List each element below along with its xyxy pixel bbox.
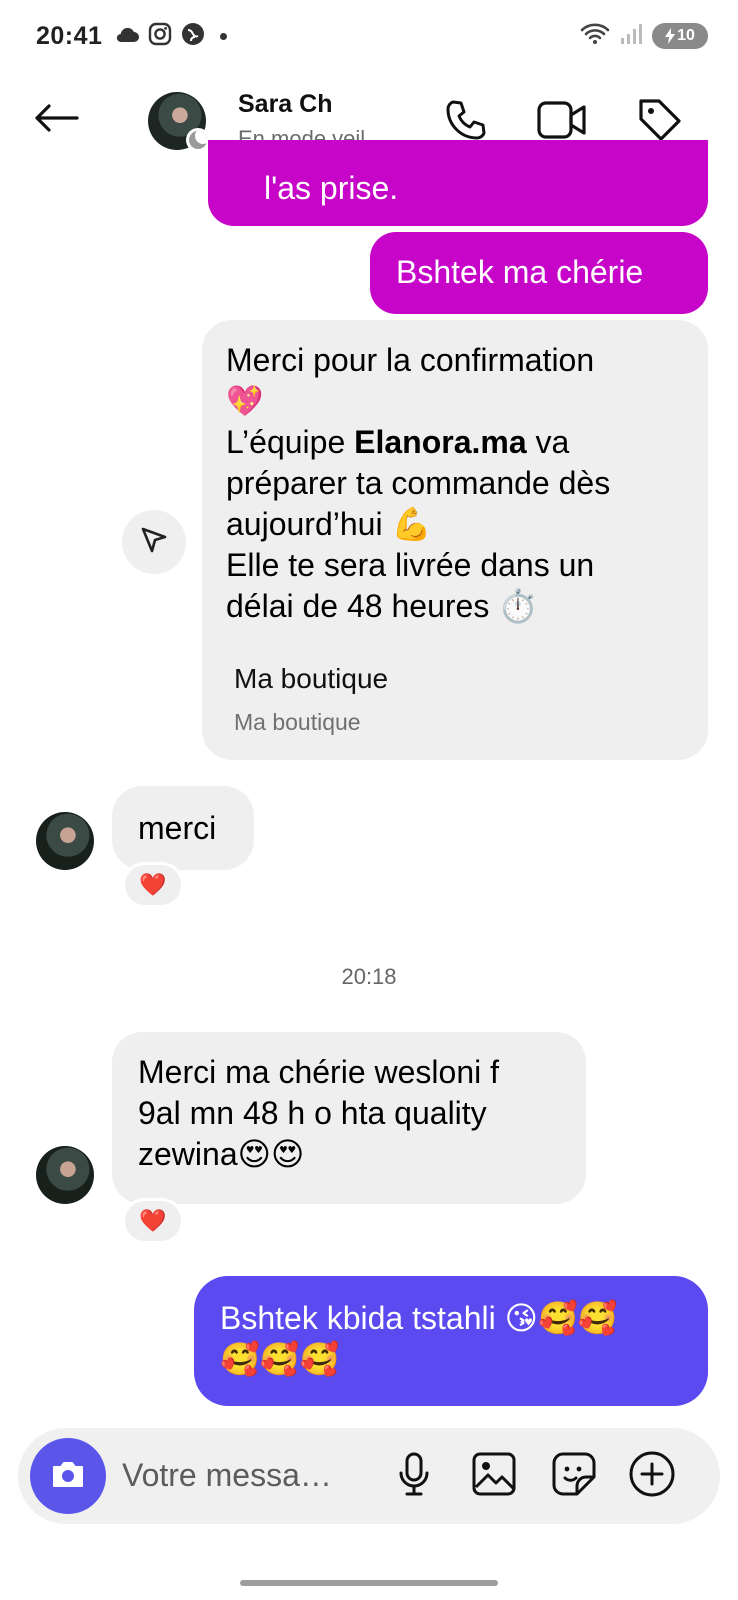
card-line-5: Elle te sera livrée dans un bbox=[226, 547, 595, 583]
image-icon bbox=[471, 1451, 517, 1502]
message-timestamp: 20:18 bbox=[341, 964, 397, 989]
message-text: Bshtek ma chérie bbox=[396, 254, 644, 290]
microphone-icon bbox=[396, 1451, 432, 1502]
card-line-1: Merci pour la confirmation bbox=[226, 342, 595, 378]
camera-button[interactable] bbox=[30, 1438, 106, 1514]
status-time: 20:41 bbox=[36, 22, 103, 50]
away-status-icon bbox=[186, 128, 210, 152]
heart-icon: ❤️ bbox=[139, 872, 167, 897]
more-button[interactable] bbox=[626, 1450, 678, 1502]
send-arrow-icon bbox=[139, 525, 169, 560]
status-icons-right: 10 bbox=[580, 22, 708, 50]
camera-icon bbox=[50, 1459, 86, 1494]
heart-icon: ❤️ bbox=[139, 1208, 167, 1233]
heart-reaction[interactable]: ❤️ bbox=[122, 862, 184, 908]
instagram-icon bbox=[148, 22, 172, 51]
heart-reaction[interactable]: ❤️ bbox=[122, 1198, 184, 1244]
cloud-icon bbox=[114, 25, 140, 48]
card-line-4: aujourd’hui 💪 bbox=[226, 506, 432, 542]
notification-dot bbox=[220, 32, 227, 40]
video-icon bbox=[536, 99, 588, 146]
status-icons-left bbox=[114, 22, 227, 50]
message-composer bbox=[18, 1428, 720, 1524]
sparkling-heart-icon: 💖 bbox=[226, 385, 264, 418]
card-body: Merci pour la confirmation 💖 L’équipe El… bbox=[226, 340, 696, 627]
battery-icon: 10 bbox=[652, 23, 708, 49]
card-subtitle: Ma boutique bbox=[234, 709, 361, 735]
card-line-3: préparer ta commande dès bbox=[226, 465, 611, 501]
vpn-icon bbox=[180, 21, 206, 52]
wifi-icon bbox=[580, 23, 610, 50]
card-line-2: L’équipe Elanora.ma va bbox=[226, 424, 570, 460]
contact-avatar-small[interactable] bbox=[36, 1146, 94, 1204]
card-line-6: délai de 48 heures ⏱️ bbox=[226, 588, 539, 624]
contact-avatar-small[interactable] bbox=[36, 812, 94, 870]
sticker-button[interactable] bbox=[548, 1450, 600, 1502]
message-text: Merci ma chérie wesloni f 9al mn 48 h o … bbox=[138, 1054, 499, 1172]
brand-name: Elanora.ma bbox=[354, 424, 527, 460]
message-text: l'as prise. bbox=[264, 170, 399, 206]
sent-message[interactable]: Bshtek ma chérie bbox=[370, 232, 708, 314]
share-button[interactable] bbox=[122, 510, 186, 574]
voice-button[interactable] bbox=[388, 1450, 440, 1502]
gallery-button[interactable] bbox=[468, 1450, 520, 1502]
home-indicator[interactable] bbox=[240, 1580, 498, 1586]
received-message[interactable]: merci bbox=[112, 786, 254, 870]
battery-level: 10 bbox=[677, 27, 695, 44]
sent-message-partial[interactable]: l'as prise. bbox=[208, 140, 708, 226]
sent-message[interactable]: Bshtek kbida tstahli 😘🥰🥰 🥰🥰🥰 bbox=[194, 1276, 708, 1406]
back-arrow-icon bbox=[33, 103, 79, 138]
message-text: merci bbox=[138, 810, 217, 846]
plus-icon bbox=[628, 1450, 676, 1503]
received-message[interactable]: Merci ma chérie wesloni f 9al mn 48 h o … bbox=[112, 1032, 586, 1204]
shop-card-message[interactable]: Merci pour la confirmation 💖 L’équipe El… bbox=[202, 320, 708, 760]
back-button[interactable] bbox=[30, 98, 82, 142]
message-input[interactable] bbox=[122, 1452, 362, 1498]
message-text: Bshtek kbida tstahli 😘🥰🥰 🥰🥰🥰 bbox=[220, 1300, 618, 1377]
sticker-icon bbox=[551, 1451, 597, 1502]
status-bar: 20:41 10 bbox=[0, 0, 738, 72]
signal-icon bbox=[620, 23, 642, 50]
card-title: Ma boutique bbox=[234, 663, 389, 694]
contact-name[interactable]: Sara Ch bbox=[238, 90, 332, 119]
